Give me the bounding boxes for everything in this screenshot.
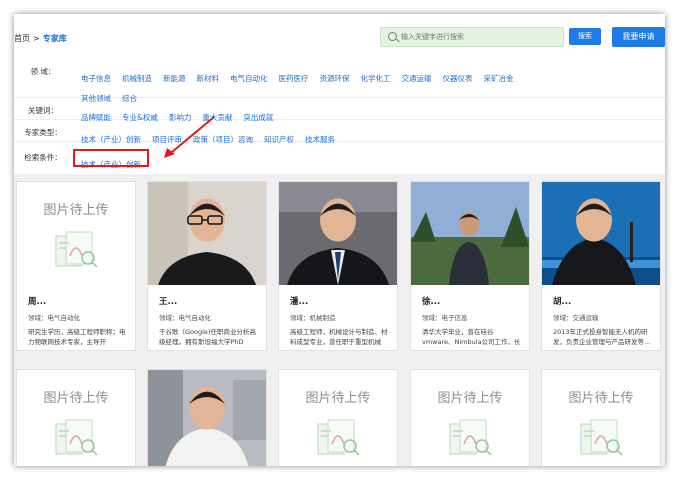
photo-placeholder: 图片待上传 — [17, 370, 135, 466]
photo-placeholder: 图片待上传 — [17, 182, 135, 285]
expert-card[interactable]: 徐... 领域：电子信息清华大学毕业，曾在硅谷vmware、Nimbula公司工作… — [410, 181, 530, 351]
highlight-box — [73, 149, 149, 167]
expert-photo-frame: 图片待上传 — [542, 370, 660, 466]
expert-description: 高级工程师，机械设计与制造、材料成型专业，曾任职于重型机械企... — [290, 328, 388, 346]
type-filter-row: 专家类型： 技术（产业）创新 项目评审 政策（项目）咨询 知识产权 技术服务 — [14, 120, 665, 144]
expert-card[interactable]: 王... 领域：电气自动化于谷歌（Google)任职商业分析高级经理。拥有斯坦福大… — [147, 181, 267, 351]
image-placeholder-icon — [55, 231, 98, 268]
expert-card[interactable]: 胡... 领域：交通运输 2013年正式投身智能无人机的研发，负责企业管理与产品研发… — [541, 181, 661, 351]
expert-photo-frame — [279, 182, 397, 285]
filter-option[interactable]: 化学化工 — [361, 73, 391, 84]
filter-option[interactable]: 医药医疗 — [279, 73, 309, 84]
expert-name[interactable]: 潘... — [290, 295, 308, 307]
expert-name[interactable]: 徐... — [422, 295, 440, 307]
expert-photo-frame — [542, 182, 660, 285]
expert-card[interactable]: 图片待上传 — [541, 369, 661, 466]
expert-card[interactable] — [147, 369, 267, 466]
search-icon — [388, 32, 397, 41]
breadcrumb: 首页 > 专家库 — [14, 33, 67, 44]
expert-photo — [542, 182, 660, 285]
image-placeholder-icon — [580, 419, 623, 456]
apply-button[interactable]: 我要申请 — [612, 27, 665, 47]
placeholder-text: 图片待上传 — [43, 203, 109, 218]
filter-option[interactable]: 电气自动化 — [230, 73, 268, 84]
photo-placeholder: 图片待上传 — [542, 370, 660, 466]
photo-placeholder: 图片待上传 — [279, 370, 397, 466]
expert-photo-frame: 图片待上传 — [17, 370, 135, 466]
expert-photo-frame — [411, 182, 529, 285]
expert-card[interactable]: 图片待上传 — [278, 369, 398, 466]
expert-photo-frame — [148, 182, 266, 285]
expert-description: 研究生学历，高级工程师职称；电力物联网技术专家，主导开发“基... — [28, 328, 126, 346]
image-placeholder-icon — [317, 419, 360, 456]
search-box[interactable] — [380, 27, 564, 47]
expert-card[interactable]: 图片待上传周... 领域：电气自动化研究生学历，高级工程师职称；电力物联网技术专家… — [16, 181, 136, 351]
filter-option[interactable]: 仪器仪表 — [443, 73, 473, 84]
domain-options: 电子信息 机械制造 新能源 新材料 电气自动化 医药医疗 资源环保 化学化工 交通运输 仪器仪表采… — [81, 66, 525, 85]
expert-card[interactable]: 图片待上传 — [16, 369, 136, 466]
placeholder-text: 图片待上传 — [568, 391, 634, 406]
keyword-label: 关键词： — [28, 106, 58, 115]
expert-photo — [279, 182, 397, 285]
image-placeholder-icon — [55, 419, 98, 456]
placeholder-text: 图片待上传 — [43, 391, 109, 406]
expert-photo — [148, 182, 266, 285]
type-label: 专家类型： — [24, 128, 62, 137]
filter-option[interactable]: 交通运输 — [402, 73, 432, 84]
breadcrumb-separator: > — [33, 34, 40, 43]
expert-description: 清华大学毕业，曾在硅谷vmware、Nimbula公司工作，长期主导公... — [422, 328, 521, 346]
domain-filter-row: 领 域： 电子信息 机械制造 新能源 新材料 电气自动化 医药医疗 资源环保 化学化工 交通运输… — [14, 58, 665, 103]
expert-description: 2013年正式投身智能无人机的研发，负责企业管理与产品研发等... — [553, 328, 651, 346]
domain-label: 领 域： — [30, 67, 56, 76]
search-button[interactable]: 搜索 — [569, 28, 601, 45]
breadcrumb-home[interactable]: 首页 — [14, 34, 30, 43]
breadcrumb-current: 专家库 — [42, 34, 67, 43]
placeholder-text: 图片待上传 — [305, 391, 371, 406]
expert-grid: 图片待上传 周... 领域：电气自动化 研究生学历，高级工程师职称；电力物联网技术专家… — [14, 174, 665, 466]
filter-option[interactable]: 新能源 — [163, 73, 186, 84]
filter-option[interactable]: 机械制造 — [122, 73, 152, 84]
expert-name[interactable]: 王... — [159, 295, 177, 307]
filter-option[interactable]: 电子信息 — [81, 73, 111, 84]
expert-photo — [148, 370, 266, 466]
image-placeholder-icon — [449, 419, 492, 456]
expert-photo — [411, 182, 529, 285]
expert-description: 于谷歌（Google)任职商业分析高级经理。拥有斯坦福大学PhD（数... — [159, 328, 256, 346]
expert-field: 领域：交通运输 — [553, 314, 599, 322]
expert-field: 领域：电子信息 — [422, 314, 468, 322]
expert-field: 领域：电气自动化 — [159, 314, 211, 322]
expert-photo-frame: 图片待上传 — [279, 370, 397, 466]
filter-option[interactable]: 资源环保 — [320, 73, 350, 84]
expert-field: 领域：机械制造 — [290, 314, 336, 322]
expert-field: 领域：电气自动化 — [28, 314, 80, 322]
page-frame: 首页>专家库 搜索 我要申请 领 域： 电子信息机械制造新能源新材料电气自动化医… — [14, 14, 665, 466]
expert-name[interactable]: 周... — [28, 295, 46, 307]
placeholder-text: 图片待上传 — [437, 391, 503, 406]
keyword-filter-row: 关键词： 品牌赋能 专业&权威 影响力 重大贡献 突出成就 — [14, 98, 665, 122]
photo-placeholder: 图片待上传 — [411, 370, 529, 466]
filter-option[interactable]: 新材料 — [197, 73, 220, 84]
expert-card[interactable]: 潘... 领域：机械制造高级工程师，机械设计与制造、材料成型专业，曾任职于重型机械… — [278, 181, 398, 351]
expert-name[interactable]: 胡... — [553, 295, 571, 307]
top-bar: 首页>专家库 搜索 我要申请 — [14, 14, 665, 58]
expert-photo-frame — [148, 370, 266, 466]
search-input[interactable] — [401, 31, 551, 43]
filter-option[interactable]: 采矿冶金 — [484, 73, 514, 84]
expert-photo-frame: 图片待上传 — [17, 182, 135, 285]
expert-photo-frame: 图片待上传 — [411, 370, 529, 466]
condition-label: 检索条件： — [24, 153, 62, 162]
expert-card[interactable]: 图片待上传 — [410, 369, 530, 466]
